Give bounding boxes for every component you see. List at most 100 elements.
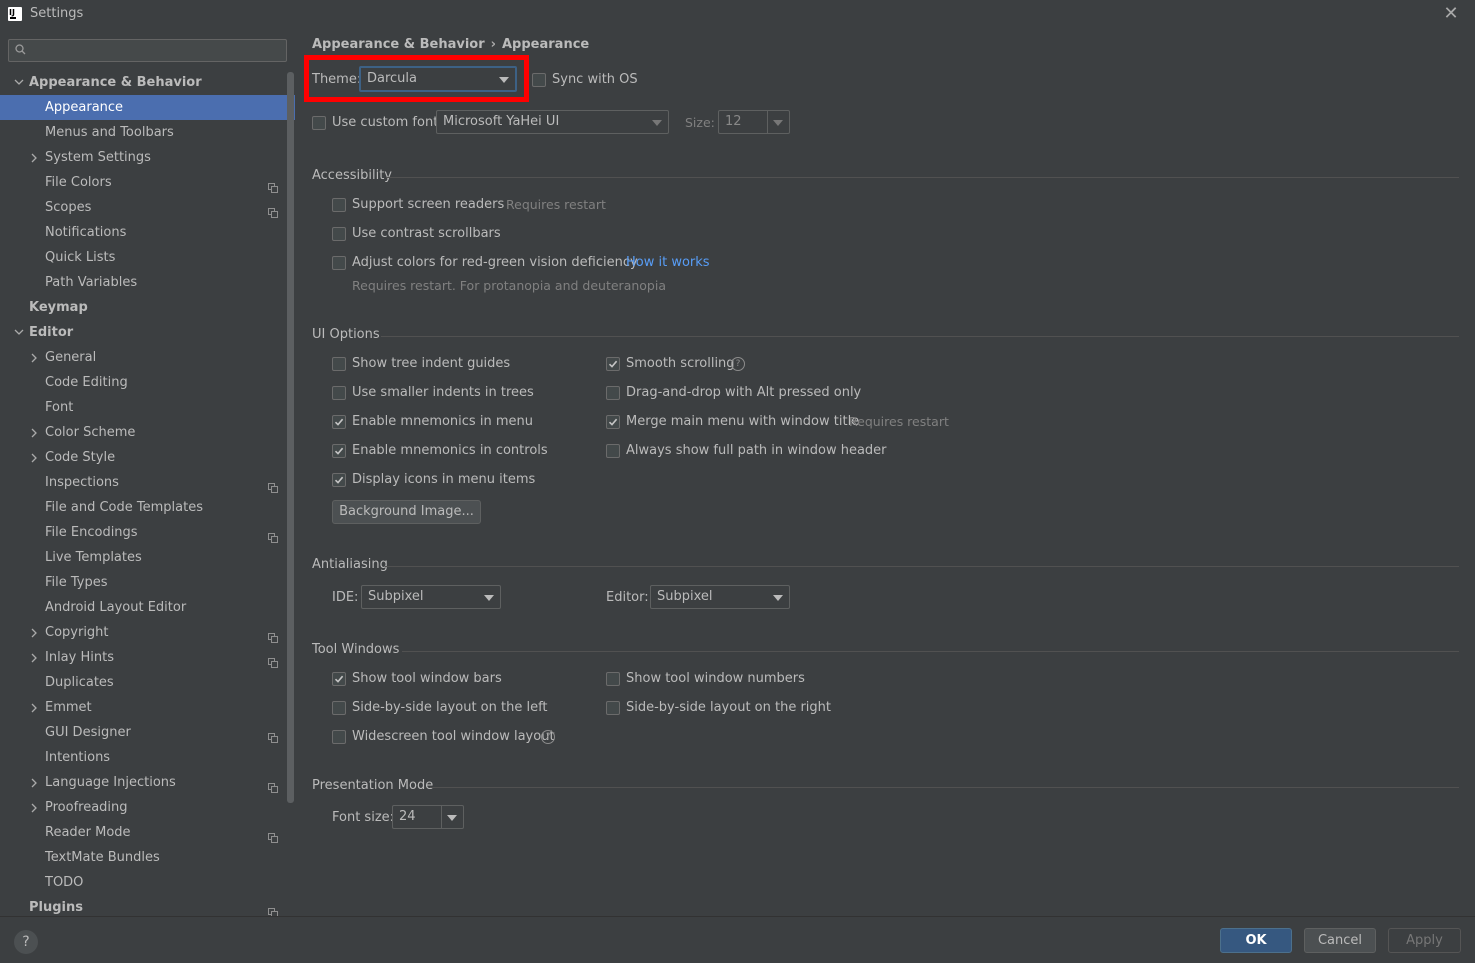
sidebar-item-appearance[interactable]: Appearance [0,95,295,120]
sidebar-item-path-variables[interactable]: Path Variables [0,270,295,295]
sidebar-item-inspections[interactable]: Inspections [0,470,295,495]
cancel-button[interactable]: Cancel [1304,928,1376,953]
custom-font-checkbox[interactable] [312,116,326,130]
sync-with-os-checkbox[interactable] [532,73,546,87]
sidebar-item-intentions[interactable]: Intentions [0,745,295,770]
sidebar-item-quick-lists[interactable]: Quick Lists [0,245,295,270]
sidebar-item-label: Duplicates [45,675,114,690]
sidebar-item-font[interactable]: Font [0,395,295,420]
project-level-icon [268,177,278,193]
sidebar-item-emmet[interactable]: Emmet [0,695,295,720]
ok-button[interactable]: OK [1220,928,1292,953]
accessibility-title: Accessibility [312,168,392,183]
smooth-scrolling-checkbox[interactable] [606,357,620,371]
sidebar-item-live-templates[interactable]: Live Templates [0,545,295,570]
sidebar-item-menus-and-toolbars[interactable]: Menus and Toolbars [0,120,295,145]
help-icon[interactable]: ? [541,730,555,744]
help-icon[interactable]: ? [731,357,745,371]
show-tool-window-numbers-checkbox[interactable] [606,672,620,686]
merge-main-menu-with-window-title-checkbox[interactable] [606,415,620,429]
chevron-right-icon[interactable] [30,795,40,820]
show-tool-window-bars-checkbox[interactable] [332,672,346,686]
chevron-right-icon[interactable] [30,770,40,795]
search-input[interactable] [8,39,287,62]
sidebar-item-file-encodings[interactable]: File Encodings [0,520,295,545]
sidebar-item-label: Copyright [45,625,109,640]
sidebar-item-editor[interactable]: Editor [0,320,295,345]
sidebar-item-inlay-hints[interactable]: Inlay Hints [0,645,295,670]
title-bar: Settings ✕ [0,0,1475,30]
color-deficiency-checkbox[interactable] [332,256,346,270]
sidebar-item-scopes[interactable]: Scopes [0,195,295,220]
antialiasing-title: Antialiasing [312,557,388,572]
project-level-icon [268,202,278,218]
enable-mnemonics-in-menu-checkbox[interactable] [332,415,346,429]
font-size-combo[interactable]: 12 [718,110,790,134]
chevron-right-icon[interactable] [30,345,40,370]
sidebar-item-language-injections[interactable]: Language Injections [0,770,295,795]
widescreen-tool-window-layout-checkbox[interactable] [332,730,346,744]
chevron-right-icon[interactable] [30,695,40,720]
sidebar-item-reader-mode[interactable]: Reader Mode [0,820,295,845]
sidebar-item-notifications[interactable]: Notifications [0,220,295,245]
sidebar-item-label: File and Code Templates [45,500,203,515]
sidebar-item-code-editing[interactable]: Code Editing [0,370,295,395]
display-icons-in-menu-items-checkbox[interactable] [332,473,346,487]
apply-button[interactable]: Apply [1388,928,1461,953]
sidebar-item-code-style[interactable]: Code Style [0,445,295,470]
widescreen-tool-window-layout-label: Widescreen tool window layout [352,729,555,744]
help-button[interactable]: ? [14,930,38,954]
sidebar-item-file-colors[interactable]: File Colors [0,170,295,195]
close-icon[interactable]: ✕ [1441,4,1461,24]
sidebar-item-color-scheme[interactable]: Color Scheme [0,420,295,445]
project-level-icon [268,477,278,493]
sidebar-item-textmate-bundles[interactable]: TextMate Bundles [0,845,295,870]
how-it-works-link[interactable]: How it works [626,255,710,270]
sidebar-item-todo[interactable]: TODO [0,870,295,895]
section-divider [402,651,1459,652]
sidebar-item-gui-designer[interactable]: GUI Designer [0,720,295,745]
sidebar-item-file-types[interactable]: File Types [0,570,295,595]
chevron-right-icon[interactable] [30,420,40,445]
contrast-scrollbars-checkbox[interactable] [332,227,346,241]
side-by-side-layout-on-the-left-checkbox[interactable] [332,701,346,715]
sidebar-item-copyright[interactable]: Copyright [0,620,295,645]
show-tree-indent-guides-checkbox[interactable] [332,357,346,371]
enable-mnemonics-in-controls-checkbox[interactable] [332,444,346,458]
section-divider [386,177,1459,178]
sidebar-item-label: Inlay Hints [45,650,114,665]
sidebar-scrollbar[interactable] [287,72,294,803]
sidebar-item-appearance-and-behavior[interactable]: Appearance & Behavior [0,70,295,95]
sidebar-item-label: General [45,350,97,365]
use-smaller-indents-in-trees-checkbox[interactable] [332,386,346,400]
sidebar-item-label: Menus and Toolbars [45,125,174,140]
chevron-right-icon[interactable] [30,620,40,645]
sidebar-item-duplicates[interactable]: Duplicates [0,670,295,695]
sidebar-item-proofreading[interactable]: Proofreading [0,795,295,820]
chevron-right-icon[interactable] [30,445,40,470]
drag-and-drop-with-alt-pressed-only-checkbox[interactable] [606,386,620,400]
chevron-right-icon[interactable] [30,645,40,670]
editor-antialiasing-dropdown[interactable]: Subpixel [650,585,790,609]
chevron-right-icon[interactable] [30,145,40,170]
sidebar-item-system-settings[interactable]: System Settings [0,145,295,170]
project-level-icon [268,902,278,918]
presentation-font-size-combo[interactable]: 24 [392,805,464,829]
sidebar-item-keymap[interactable]: Keymap [0,295,295,320]
font-size-label: Size: [685,115,715,130]
breadcrumb-parent[interactable]: Appearance & Behavior [312,37,485,52]
section-divider [381,336,1459,337]
editor-antialiasing-value: Subpixel [657,589,713,604]
sidebar-item-android-layout-editor[interactable]: Android Layout Editor [0,595,295,620]
chevron-down-icon[interactable] [14,320,24,345]
ide-antialiasing-dropdown[interactable]: Subpixel [361,585,501,609]
always-show-full-path-in-window-header-checkbox[interactable] [606,444,620,458]
screen-readers-checkbox[interactable] [332,198,346,212]
sidebar-item-file-and-code-templates[interactable]: File and Code Templates [0,495,295,520]
chevron-down-icon[interactable] [14,70,24,95]
display-icons-in-menu-items-label: Display icons in menu items [352,472,536,487]
sidebar-item-general[interactable]: General [0,345,295,370]
custom-font-dropdown[interactable]: Microsoft YaHei UI [436,110,669,134]
background-image-button[interactable]: Background Image... [332,500,481,524]
side-by-side-layout-on-the-right-checkbox[interactable] [606,701,620,715]
